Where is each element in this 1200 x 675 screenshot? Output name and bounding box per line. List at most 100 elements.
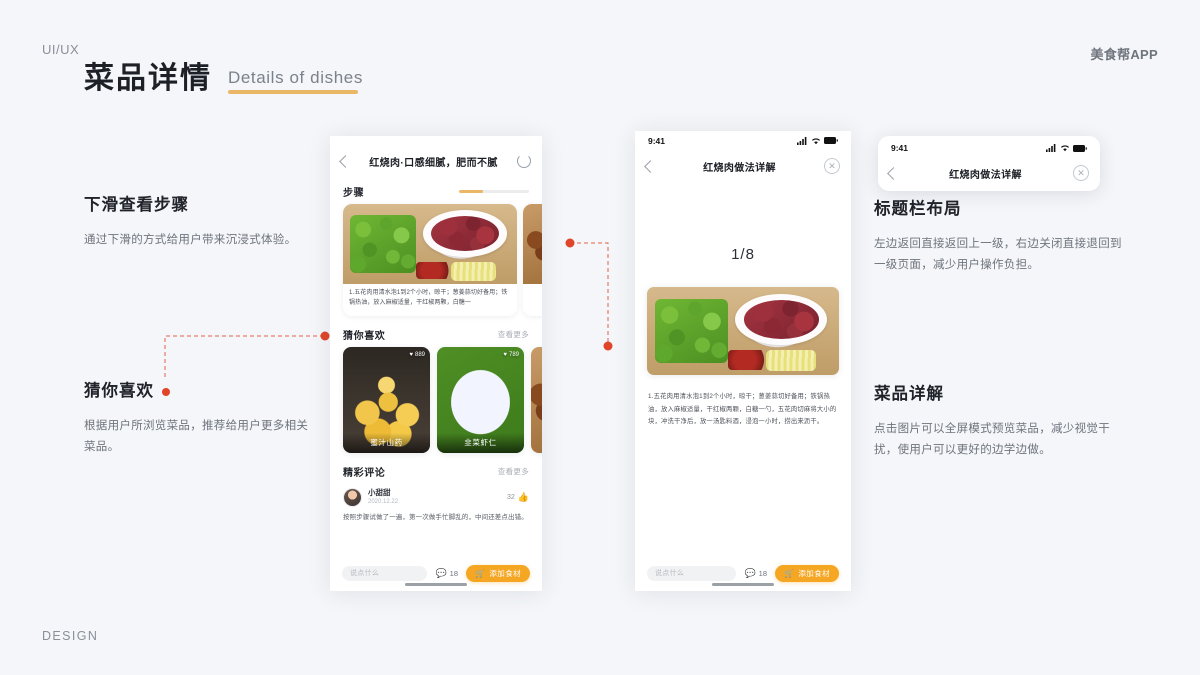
connector-dot-icon <box>162 387 170 396</box>
search-input[interactable]: 说点什么 <box>342 565 428 581</box>
phone1-step-card-next[interactable] <box>523 204 542 316</box>
page-title: 菜品详情 Details of dishes <box>84 64 363 94</box>
page-title-cn: 菜品详情 <box>84 62 212 95</box>
annotation-scroll: 下滑查看步骤 通过下滑的方式给用户带来沉浸式体验。 <box>84 196 316 251</box>
app-brand-label: 美食帮APP <box>1090 47 1158 62</box>
food-photo-ingredients <box>343 204 517 284</box>
phone-mockup-navbar-detail: 9:41 红烧肉做法详解 ✕ <box>878 136 1100 191</box>
annotation-guess-body: 根据用户所浏览菜品，推荐给用户更多相关菜品。 <box>84 419 309 454</box>
dish-like-count: ♥ 889 <box>409 351 425 358</box>
search-input[interactable]: 说点什么 <box>647 565 737 581</box>
refresh-icon[interactable] <box>517 154 531 168</box>
comment-bubble-icon: 💬 <box>744 567 756 578</box>
phone3-navbar: 红烧肉做法详解 ✕ <box>878 158 1100 188</box>
phone1-steps-header: 步骤 <box>330 177 542 204</box>
title-underline <box>228 90 358 94</box>
annotation-guess-heading-text: 猜你喜欢 <box>84 382 154 400</box>
phone1-comments-more[interactable]: 查看更多 <box>498 466 529 477</box>
status-icons <box>797 136 838 145</box>
phone1-nav-title: 红烧肉·口感细腻，肥而不腻 <box>369 157 498 169</box>
wifi-icon <box>812 137 820 144</box>
phone2-step-image[interactable] <box>647 287 839 375</box>
annotation-detail: 菜品详解 点击图片可以全屏模式预览菜品，减少视觉干扰，使用户可以更好的边学边做。 <box>874 385 1124 461</box>
list-item-peek[interactable] <box>531 346 542 453</box>
phone1-steps-progress <box>459 190 529 193</box>
close-circle-icon[interactable]: ✕ <box>1073 165 1089 181</box>
phone2-nav-title: 红烧肉做法详解 <box>703 162 776 174</box>
comment-text: 按照步骤试做了一遍，第一次做手忙脚乱的，中间还差点出错。 <box>343 513 528 521</box>
phone1-guess-title: 猜你喜欢 <box>343 330 386 342</box>
phone2-navbar: 红烧肉做法详解 ✕ <box>635 150 851 182</box>
connector-lines <box>164 238 613 377</box>
phone1-navbar: 红烧肉·口感细腻，肥而不腻 <box>330 145 542 177</box>
phone1-step-caption: 1.五花肉用清水泡1到2个小时，晾干；葱姜蒜切好备用；铁锅热油，放入麻椒适量，干… <box>349 290 508 306</box>
phone1-bottom-bar: 说点什么 💬 18 🛒 添加食材 <box>330 555 542 591</box>
dish-name: 蜜汁山药 <box>343 432 430 453</box>
annotation-scroll-body: 通过下滑的方式给用户带来沉浸式体验。 <box>84 233 297 246</box>
phone2-recipe-text: 1.五花肉用清水泡1到2个小时，晾干；葱姜蒜切好备用；铁锅热油，放入麻椒适量，干… <box>648 393 837 426</box>
home-indicator <box>405 583 467 586</box>
comment-count[interactable]: 💬 18 <box>744 568 767 579</box>
phone1-dish-carousel[interactable]: ♥ 889 蜜汁山药 ♥ 789 韭菜虾仁 <box>330 346 542 453</box>
status-time: 9:41 <box>891 143 909 153</box>
food-photo-braised <box>523 204 542 284</box>
phone1-step-card[interactable]: 1.五花肉用清水泡1到2个小时，晾干；葱姜蒜切好备用；铁锅热油，放入麻椒适量，干… <box>343 204 517 316</box>
phone2-bottom-bar: 说点什么 💬 18 🛒 添加食材 <box>635 555 851 591</box>
annotation-detail-heading: 菜品详解 <box>874 385 944 403</box>
close-circle-icon[interactable]: ✕ <box>824 158 840 174</box>
annotation-titlebar: 标题栏布局 左边返回直接返回上一级，右边关闭直接退回到一级页面，减少用户操作负担… <box>874 200 1124 276</box>
annotation-scroll-heading: 下滑查看步骤 <box>84 196 189 214</box>
comment-author: 小甜甜 <box>368 488 391 498</box>
cellular-signal-icon <box>1046 144 1056 152</box>
annotation-guess: 猜你喜欢 根据用户所浏览菜品，推荐给用户更多相关菜品。 <box>84 382 316 458</box>
phone-mockup-fullscreen-step: 9:41 红烧肉做法详解 ✕ 1/8 1.五花肉用清水泡1到2个小时，晾干；葱姜… <box>635 131 851 591</box>
phone2-page-indicator: 1/8 <box>731 246 755 263</box>
annotation-detail-body: 点击图片可以全屏模式预览菜品，减少视觉干扰，使用户可以更好的边学边做。 <box>874 422 1110 457</box>
battery-icon <box>1073 144 1087 152</box>
list-item[interactable]: ♥ 789 韭菜虾仁 <box>437 346 524 453</box>
phone1-steps-carousel[interactable]: 1.五花肉用清水泡1到2个小时，晾干；葱姜蒜切好备用；铁锅热油，放入麻椒适量，干… <box>330 204 542 316</box>
comment-likes[interactable]: 32 👍 <box>507 492 529 503</box>
phone2-status-bar: 9:41 <box>635 131 851 150</box>
add-ingredient-button[interactable]: 🛒 添加食材 <box>466 564 530 582</box>
phone3-status-bar: 9:41 <box>878 136 1100 158</box>
wifi-icon <box>1061 145 1069 152</box>
phone1-step-image[interactable] <box>343 204 517 284</box>
phone-mockup-dish-detail: 红烧肉·口感细腻，肥而不腻 步骤 1.五花肉用清水泡1到2个小时，晾干；葱姜蒜切… <box>330 136 542 591</box>
cart-icon: 🛒 <box>475 568 486 578</box>
comment-count[interactable]: 💬 18 <box>435 568 458 579</box>
status-icons <box>1046 144 1087 152</box>
food-photo-peek <box>531 346 542 453</box>
phone1-steps-title: 步骤 <box>343 188 365 199</box>
annotation-titlebar-body: 左边返回直接返回上一级，右边关闭直接退回到一级页面，减少用户操作负担。 <box>874 237 1122 272</box>
home-indicator <box>712 583 774 586</box>
slide-canvas: UI/UX 美食帮APP 菜品详情 Details of dishes DESI… <box>0 0 1200 675</box>
battery-icon <box>824 137 838 144</box>
phone1-step-image-next <box>523 204 542 284</box>
page-title-en-wrap: Details of dishes <box>228 69 363 94</box>
phone1-comments-header: 精彩评论 查看更多 <box>330 453 542 484</box>
annotation-guess-heading: 猜你喜欢 <box>84 382 170 402</box>
annotation-titlebar-heading: 标题栏布局 <box>874 200 962 218</box>
comment-bubble-icon: 💬 <box>435 567 447 578</box>
add-ingredient-button[interactable]: 🛒 添加食材 <box>775 564 839 582</box>
cart-icon: 🛒 <box>784 568 795 578</box>
phone1-guess-more[interactable]: 查看更多 <box>498 329 529 340</box>
cellular-signal-icon <box>797 136 807 145</box>
heart-icon: ♥ <box>503 351 507 358</box>
dish-name: 韭菜虾仁 <box>437 432 524 453</box>
food-photo-ingredients <box>647 287 839 375</box>
heart-icon: ♥ <box>409 351 413 358</box>
avatar[interactable] <box>343 487 362 507</box>
thumbs-up-icon: 👍 <box>517 491 529 502</box>
slide-footer: DESIGN <box>42 629 99 643</box>
phone1-guess-header: 猜你喜欢 查看更多 <box>330 316 542 347</box>
comment-author-wrap: 小甜甜 2020.12.22 <box>368 488 398 506</box>
phone3-nav-title: 红烧肉做法详解 <box>949 169 1022 181</box>
comment-date: 2020.12.22 <box>368 498 399 505</box>
page-title-en: Details of dishes <box>228 68 363 87</box>
list-item[interactable]: ♥ 889 蜜汁山药 <box>343 346 430 453</box>
slide-kicker: UI/UX <box>42 42 80 57</box>
phone1-comments-title: 精彩评论 <box>343 467 386 479</box>
status-time: 9:41 <box>648 135 666 146</box>
